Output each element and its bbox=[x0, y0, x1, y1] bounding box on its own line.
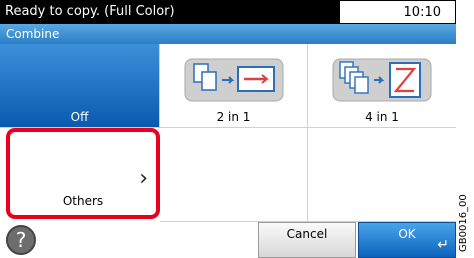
title-bar: Combine bbox=[0, 24, 456, 44]
bottom-bar: ? Cancel OK ↵ bbox=[0, 222, 456, 258]
clock: 10:10 bbox=[403, 5, 441, 20]
chevron-right-icon: › bbox=[139, 166, 148, 191]
option-2in1-button[interactable]: 2 in 1 bbox=[160, 44, 308, 128]
clock-area: 10:10 bbox=[339, 0, 456, 24]
empty-cell bbox=[308, 128, 456, 222]
option-2in1-label: 2 in 1 bbox=[216, 110, 251, 124]
help-icon[interactable]: ? bbox=[6, 225, 36, 255]
cancel-button[interactable]: Cancel bbox=[258, 222, 356, 258]
status-message: Ready to copy. (Full Color) bbox=[5, 4, 175, 19]
copy-screen: Ready to copy. (Full Color) 10:10 Combin… bbox=[0, 0, 456, 258]
page-title: Combine bbox=[6, 27, 60, 41]
option-others-button[interactable]: › Others bbox=[6, 128, 160, 219]
option-off-label: Off bbox=[70, 110, 89, 124]
enter-icon: ↵ bbox=[437, 237, 449, 253]
combine-4in1-icon bbox=[330, 56, 434, 108]
option-others-label: Others bbox=[62, 194, 104, 208]
option-off-button[interactable]: Off bbox=[0, 44, 160, 128]
figure-code: GB0016_00 bbox=[458, 194, 469, 252]
option-4in1-label: 4 in 1 bbox=[365, 110, 399, 124]
ok-button[interactable]: OK ↵ bbox=[358, 222, 456, 258]
option-4in1-button[interactable]: 4 in 1 bbox=[308, 44, 456, 128]
empty-cell bbox=[160, 128, 308, 222]
cancel-button-label: Cancel bbox=[286, 227, 328, 241]
help-icon-glyph: ? bbox=[15, 228, 27, 252]
status-bar: Ready to copy. (Full Color) 10:10 bbox=[0, 0, 456, 24]
combine-2in1-icon bbox=[182, 56, 286, 108]
